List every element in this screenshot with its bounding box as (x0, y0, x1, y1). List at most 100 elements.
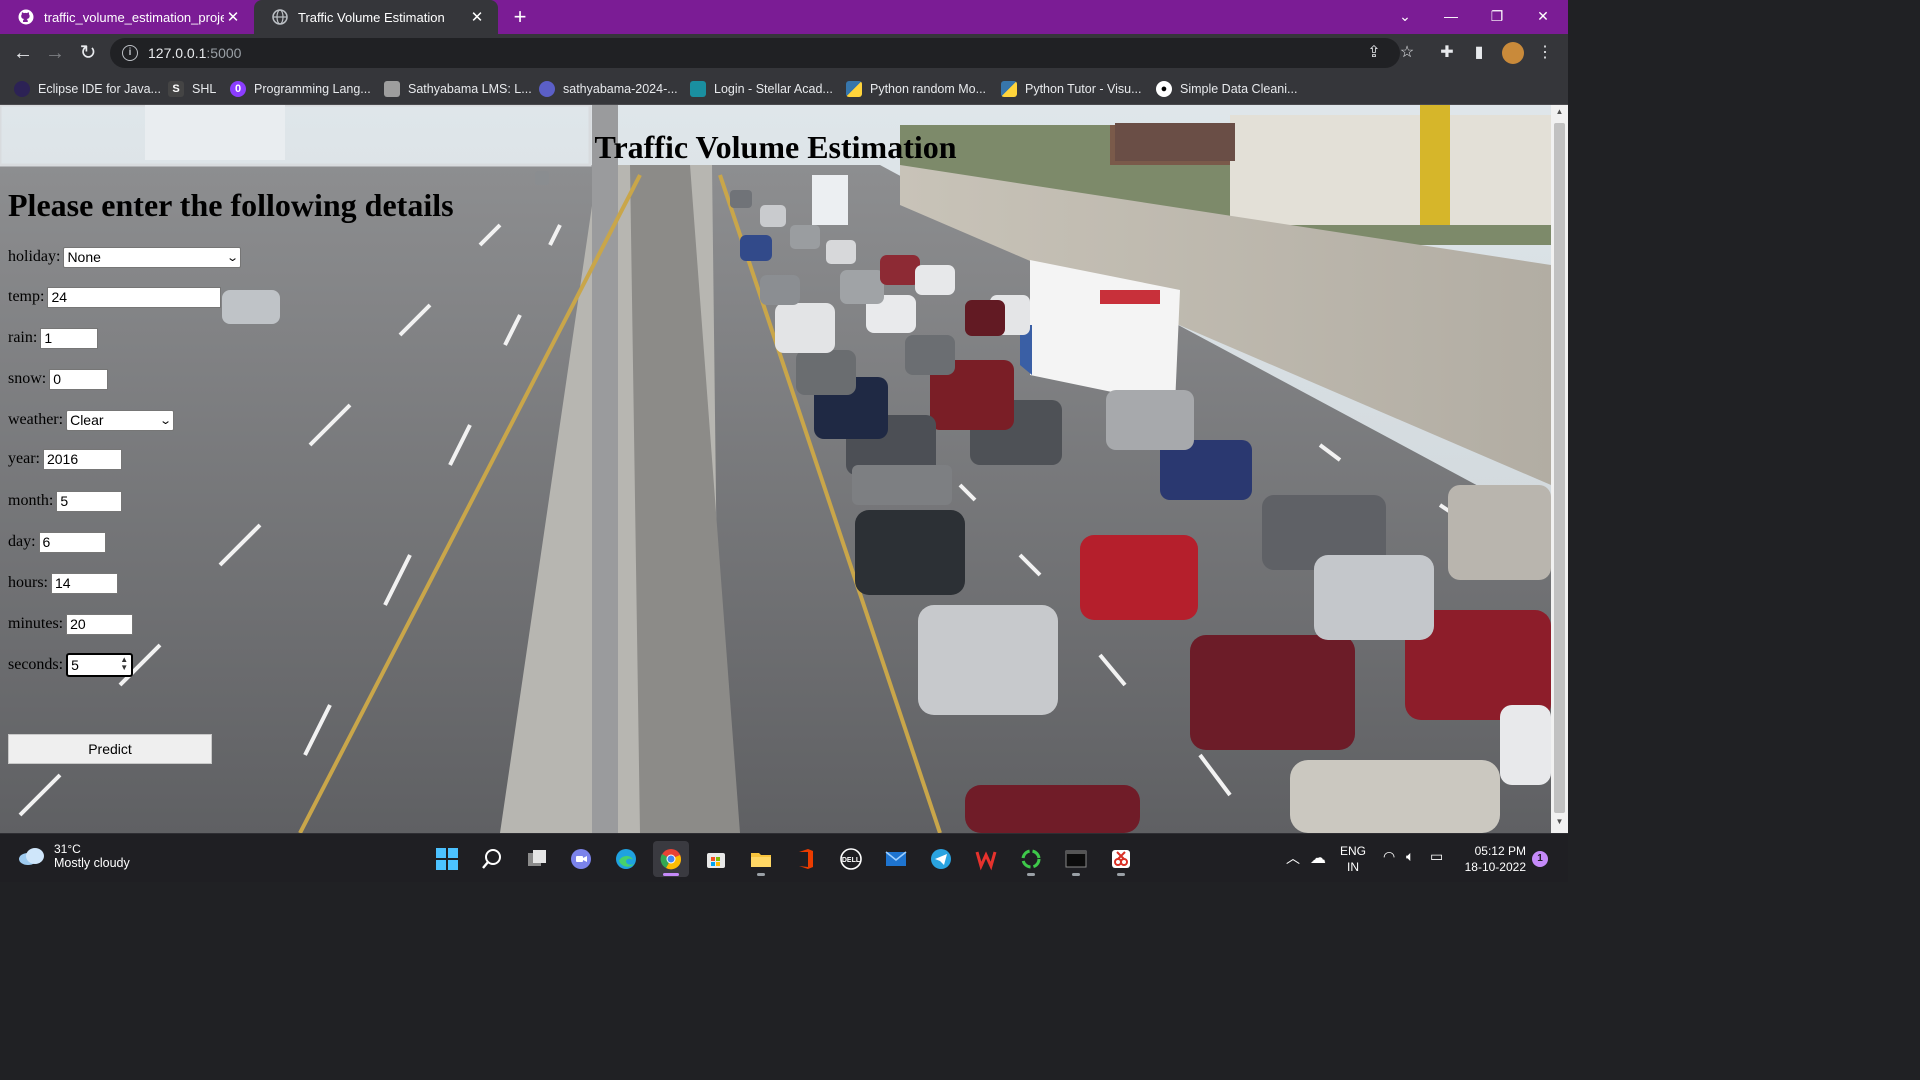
language-indicator[interactable]: ENG IN (1340, 843, 1366, 875)
svg-text:DELL: DELL (842, 857, 861, 864)
running-indicator (1072, 873, 1080, 876)
battery-icon[interactable]: ▭ (1430, 848, 1443, 865)
bookmark-label: Simple Data Cleani... (1180, 82, 1298, 96)
medium-icon: ● (1156, 81, 1172, 97)
mail-icon (885, 851, 907, 866)
telegram-app[interactable] (923, 841, 959, 877)
scroll-thumb[interactable] (1554, 123, 1565, 813)
tab-traffic-volume[interactable]: Traffic Volume Estimation ✕ (254, 0, 498, 34)
close-tab-icon[interactable]: ✕ (468, 8, 486, 26)
shl-icon: S (168, 81, 184, 97)
bookmark-label: sathyabama-2024-... (563, 82, 678, 96)
bookmark-eclipse[interactable]: Eclipse IDE for Java... (14, 78, 161, 100)
profile-avatar[interactable] (1502, 42, 1524, 64)
onedrive-cloud-icon[interactable]: ☁ (1310, 848, 1326, 868)
reload-icon[interactable]: ↻ (73, 38, 103, 68)
month-input[interactable] (56, 490, 123, 512)
snipping-tool-app[interactable] (1103, 841, 1139, 877)
spinner-arrows-icon[interactable]: ▲ ▼ (120, 656, 128, 672)
hours-label: hours: (8, 574, 48, 591)
bookmark-python-tutor[interactable]: Python Tutor - Visu... (1001, 78, 1142, 100)
bookmark-label: Programming Lang... (254, 82, 371, 96)
terminal-app[interactable] (1058, 841, 1094, 877)
temp-input[interactable] (47, 286, 222, 308)
bookmark-lms[interactable]: Sathyabama LMS: L... (384, 78, 532, 100)
chat-app[interactable] (563, 841, 599, 877)
holiday-label: holiday: (8, 248, 61, 265)
wps-office-app[interactable] (968, 841, 1004, 877)
notification-badge[interactable]: 1 (1532, 851, 1548, 867)
seconds-value: 5 (71, 657, 79, 673)
bookmark-programming[interactable]: 0 Programming Lang... (230, 78, 371, 100)
weather-select[interactable]: Clear ⌄ (66, 409, 175, 431)
rain-input[interactable] (40, 327, 99, 349)
weather-temp: 31°C (54, 842, 81, 856)
scroll-up-arrow-icon[interactable]: ▲ (1551, 107, 1568, 121)
terminal-icon (1065, 850, 1087, 868)
predict-button[interactable]: Predict (8, 734, 212, 764)
hours-input[interactable] (51, 572, 118, 594)
file-explorer-app[interactable] (743, 841, 779, 877)
url-host: 127.0.0.1 (148, 45, 207, 61)
snow-input[interactable] (49, 368, 109, 390)
minutes-input[interactable] (66, 613, 134, 635)
store-app[interactable] (698, 841, 734, 877)
chrome-app[interactable] (653, 841, 689, 877)
language-code: ENG (1340, 844, 1367, 858)
show-hidden-icons-chevron-icon[interactable]: ︿ (1286, 848, 1300, 868)
day-row: day: (8, 530, 106, 554)
bookmark-teams[interactable]: sathyabama-2024-... (539, 78, 678, 100)
bookmark-star-icon[interactable]: ☆ (1396, 42, 1418, 64)
office-app[interactable] (788, 841, 824, 877)
start-button[interactable] (429, 841, 465, 877)
bookmark-shl[interactable]: S SHL (168, 78, 216, 100)
year-input[interactable] (42, 448, 122, 470)
day-label: day: (8, 533, 36, 550)
bookmark-python-random[interactable]: Python random Mo... (846, 78, 986, 100)
address-bar[interactable]: i 127.0.0.1:5000 (110, 38, 1400, 68)
chevron-down-icon: ⌄ (226, 251, 240, 264)
share-icon[interactable]: ⇪ (1363, 42, 1385, 64)
windows-taskbar: 31°C Mostly cloudy DELL ︿ ☁ ENG IN ◠ 🔈︎ … (0, 833, 1568, 882)
back-icon[interactable]: ← (8, 38, 38, 68)
tab-search-chevron-icon[interactable]: ⌄ (1382, 0, 1428, 34)
minimize-icon[interactable]: — (1428, 0, 1474, 34)
extensions-icon[interactable]: ✚ (1436, 42, 1458, 64)
search-button[interactable] (474, 841, 510, 877)
forward-icon[interactable]: → (40, 38, 70, 68)
cloud-icon (19, 848, 44, 865)
office-icon (799, 849, 813, 869)
bookmark-stellar[interactable]: Login - Stellar Acad... (690, 78, 833, 100)
holiday-select[interactable]: None ⌄ (63, 246, 242, 268)
seconds-label: seconds: (8, 656, 64, 673)
new-tab-button[interactable]: + (508, 4, 532, 30)
page-title: Traffic Volume Estimation (594, 129, 957, 165)
dell-app[interactable]: DELL (833, 841, 869, 877)
rain-label: rain: (8, 329, 38, 346)
refresh-app[interactable] (1013, 841, 1049, 877)
mail-app[interactable] (878, 841, 914, 877)
page-scrollbar[interactable]: ▲ ▼ (1551, 105, 1568, 833)
close-window-icon[interactable]: ✕ (1520, 0, 1566, 34)
menu-kebab-icon[interactable]: ⋮ (1534, 42, 1556, 64)
tab-github-project[interactable]: traffic_volume_estimation_projec ✕ (0, 0, 254, 34)
bookmark-data-cleaning[interactable]: ● Simple Data Cleani... (1156, 78, 1297, 100)
circular-arrows-icon (1021, 849, 1041, 869)
temp-label: temp: (8, 288, 45, 305)
site-info-icon[interactable]: i (122, 45, 138, 61)
snipping-icon (1112, 850, 1130, 868)
day-input[interactable] (38, 531, 106, 553)
close-tab-icon[interactable]: ✕ (224, 8, 242, 26)
seconds-input[interactable]: 5 ▲ ▼ (66, 653, 134, 677)
restore-icon[interactable]: ❐ (1474, 0, 1520, 34)
system-clock[interactable]: 05:12 PM 18-10-2022 (1462, 843, 1526, 875)
chevron-down-icon: ⌄ (159, 414, 172, 427)
wifi-icon[interactable]: ◠ (1383, 848, 1395, 865)
edge-app[interactable] (608, 841, 644, 877)
side-panel-icon[interactable]: ▮ (1468, 42, 1490, 64)
clock-time: 05:12 PM (1474, 844, 1526, 858)
scroll-down-arrow-icon[interactable]: ▼ (1551, 817, 1568, 831)
weather-widget[interactable]: 31°C Mostly cloudy (18, 842, 130, 870)
task-view-button[interactable] (519, 841, 555, 877)
volume-icon[interactable]: 🔈︎ (1406, 848, 1414, 865)
